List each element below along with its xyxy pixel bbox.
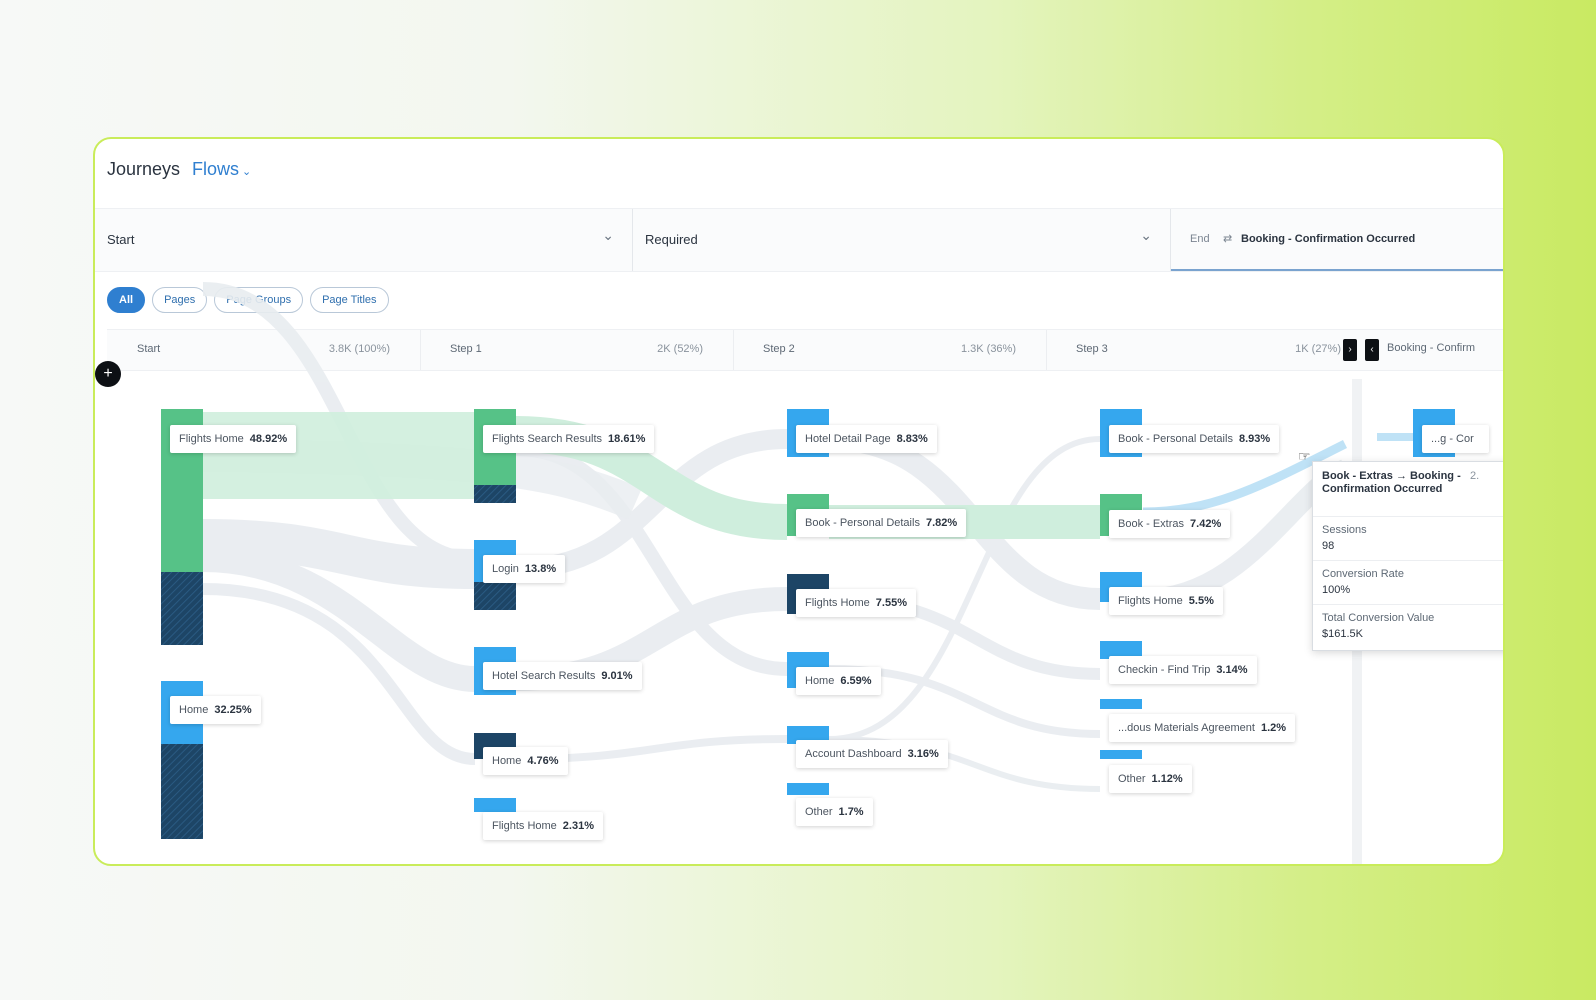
node-label[interactable]: Other 1.12% — [1109, 765, 1192, 793]
node-label[interactable]: Home 4.76% — [483, 747, 568, 775]
node-percent: 2.31% — [562, 820, 594, 832]
node-percent: 9.01% — [601, 670, 633, 682]
node-percent: 5.5% — [1188, 595, 1214, 607]
node-percent: 8.93% — [1238, 433, 1271, 445]
node-name: ...dous Materials Agreement — [1118, 722, 1255, 734]
node-label[interactable]: Home 32.25% — [170, 696, 261, 724]
node-name: Flights Home — [179, 433, 244, 445]
node-name: Other — [1118, 773, 1146, 785]
node-label[interactable]: Account Dashboard 3.16% — [796, 740, 948, 768]
node-bar-dropoff — [474, 582, 516, 610]
node-name: Hotel Search Results — [492, 670, 596, 682]
node-bar[interactable] — [1100, 750, 1142, 759]
sessions-value: 98 — [1322, 540, 1335, 552]
tooltip-title: Book - Extras → Booking - Confirmation O… — [1322, 470, 1461, 495]
divider — [1313, 516, 1503, 517]
node-name: Flights Home — [492, 820, 557, 832]
node-label[interactable]: Flights Search Results 18.61% — [483, 425, 655, 453]
node-percent: 1.7% — [838, 806, 864, 818]
node-bar-dropoff — [161, 744, 203, 839]
node-label[interactable]: Hotel Detail Page 8.83% — [796, 425, 937, 453]
node-label[interactable]: Flights Home 2.31% — [483, 812, 603, 840]
node-bar[interactable] — [474, 798, 516, 812]
node-label[interactable]: ...g - Cor — [1422, 425, 1489, 453]
node-name: ...g - Cor — [1431, 433, 1474, 445]
node-label[interactable]: Other 1.7% — [796, 798, 873, 826]
node-label[interactable]: Flights Home 48.92% — [170, 425, 297, 453]
node-percent: 1.12% — [1151, 773, 1183, 785]
divider — [1313, 604, 1503, 605]
node-bar-dropoff — [161, 572, 203, 645]
node-percent: 48.92% — [249, 433, 288, 445]
node-label[interactable]: Hotel Search Results 9.01% — [483, 662, 642, 690]
conversion-value-value: $161.5K — [1322, 628, 1363, 640]
node-percent: 7.82% — [925, 517, 958, 529]
conversion-rate-label: Conversion Rate — [1322, 568, 1404, 580]
node-name: Book - Extras — [1118, 518, 1185, 530]
node-name: Hotel Detail Page — [805, 433, 891, 445]
conversion-rate-value: 100% — [1322, 584, 1351, 596]
node-name: Login — [492, 563, 519, 575]
sessions-label: Sessions — [1322, 524, 1367, 536]
node-percent: 8.83% — [896, 433, 928, 445]
node-name: Account Dashboard — [805, 748, 902, 760]
node-percent: 18.61% — [608, 433, 646, 445]
node-bar[interactable] — [1100, 699, 1142, 709]
node-percent: 7.55% — [875, 597, 907, 609]
node-name: Flights Home — [805, 597, 870, 609]
node-label[interactable]: Checkin - Find Trip 3.14% — [1109, 656, 1257, 684]
node-name: Checkin - Find Trip — [1118, 664, 1211, 676]
node-label[interactable]: Book - Extras 7.42% — [1109, 510, 1231, 538]
tooltip-conversion-rate: Conversion Rate 100% — [1322, 568, 1502, 596]
node-label[interactable]: Login 13.8% — [483, 555, 566, 583]
node-name: Home — [805, 675, 835, 687]
link-tooltip: Book - Extras → Booking - Confirmation O… — [1312, 461, 1503, 651]
divider — [1313, 560, 1503, 561]
node-label[interactable]: Flights Home 5.5% — [1109, 587, 1223, 615]
node-percent: 13.8% — [524, 563, 557, 575]
journeys-card: Journeys Flows ⌄ Start ⌄ Required ⌄ End ⇄… — [93, 137, 1505, 866]
node-name: Flights Search Results — [492, 433, 603, 445]
node-percent: 32.25% — [214, 704, 252, 716]
node-name: Book - Personal Details — [1118, 433, 1233, 445]
node-bar[interactable] — [787, 783, 829, 795]
node-label[interactable]: Book - Personal Details 7.82% — [796, 509, 967, 537]
node-label[interactable]: ...dous Materials Agreement 1.2% — [1109, 714, 1296, 742]
tooltip-sessions: Sessions 98 — [1322, 524, 1502, 552]
tooltip-side-value: 2. — [1470, 470, 1480, 482]
conversion-value-label: Total Conversion Value — [1322, 612, 1435, 624]
node-name: Book - Personal Details — [805, 517, 920, 529]
pointer-cursor-icon: ☞ — [1298, 448, 1311, 464]
node-label[interactable]: Home 6.59% — [796, 667, 881, 695]
node-name: Home — [179, 704, 209, 716]
node-percent: 1.2% — [1260, 722, 1287, 734]
node-label[interactable]: Flights Home 7.55% — [796, 589, 916, 617]
tooltip-conversion-value: Total Conversion Value $161.5K — [1322, 612, 1502, 640]
node-percent: 3.16% — [907, 748, 939, 760]
node-percent: 7.42% — [1190, 518, 1222, 530]
node-percent: 3.14% — [1216, 664, 1248, 676]
node-percent: 4.76% — [527, 755, 559, 767]
node-name: Home — [492, 755, 522, 767]
node-name: Flights Home — [1118, 595, 1183, 607]
node-label[interactable]: Book - Personal Details 8.93% — [1109, 425, 1280, 453]
node-name: Other — [805, 806, 833, 818]
node-bar-dropoff — [474, 485, 516, 503]
node-percent: 6.59% — [840, 675, 872, 687]
